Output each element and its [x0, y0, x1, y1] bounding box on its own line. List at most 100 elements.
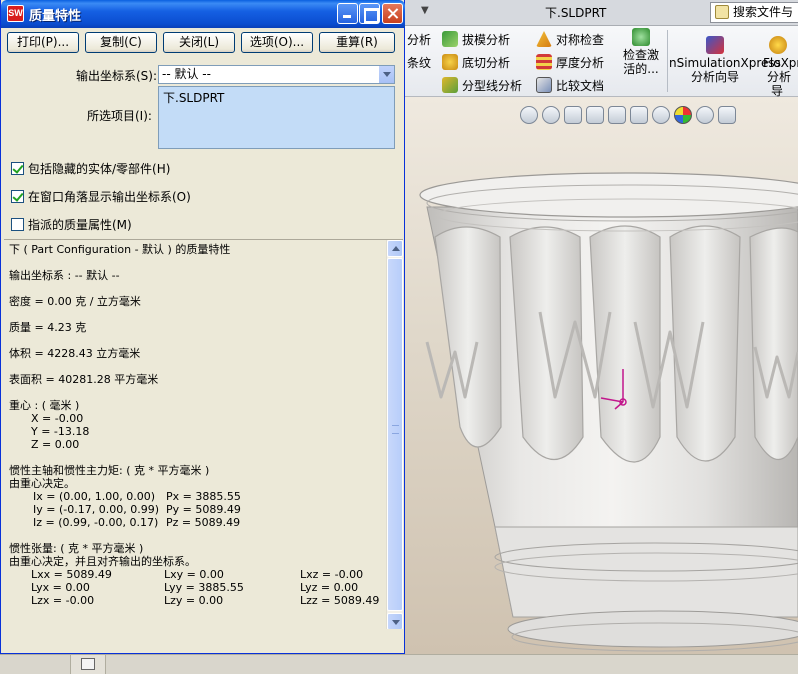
- output-coord-select[interactable]: -- 默认 --: [158, 65, 395, 84]
- simulationxpress-icon: [706, 36, 724, 54]
- previous-view-icon[interactable]: [564, 106, 582, 124]
- assigned-mass-checkbox[interactable]: 指派的质量属性(M): [11, 216, 132, 233]
- checkbox-unchecked-icon[interactable]: [11, 218, 24, 231]
- document-title: 下.SLDPRT: [545, 6, 607, 20]
- principal-axis-ix: Ix = (0.00, 1.00, 0.00): [33, 490, 156, 503]
- include-hidden-label: 包括隐藏的实体/零部件(H): [28, 162, 171, 176]
- search-placeholder: 搜索文件与: [733, 5, 794, 19]
- include-hidden-checkbox[interactable]: 包括隐藏的实体/零部件(H): [11, 160, 170, 177]
- compare-documents-button[interactable]: 比较文档: [536, 75, 604, 95]
- evaluate-ribbon: 分析 条纹 拔模分析 底切分析 分型线分析 对称检查 厚度分析 比较文档 检查激…: [405, 26, 798, 98]
- principal-moment-pz: Pz = 5089.49: [166, 516, 241, 529]
- solidworks-app-icon: SW: [7, 5, 24, 22]
- results-surface-area: 表面积 = 40281.28 平方毫米: [9, 373, 159, 386]
- symmetry-check-button[interactable]: 对称检查: [536, 29, 604, 49]
- chevron-down-icon[interactable]: [378, 66, 394, 83]
- undercut-analysis-icon: [442, 54, 458, 70]
- print-button[interactable]: 打印(P)...: [7, 32, 79, 53]
- section-view-icon[interactable]: [586, 106, 604, 124]
- maximize-button[interactable]: [359, 3, 380, 24]
- search-input[interactable]: 搜索文件与: [710, 2, 798, 23]
- mass-properties-results[interactable]: 下 ( Part Configuration - 默认 ) 的质量特性 输出坐标…: [4, 239, 403, 629]
- selected-item[interactable]: 下.SLDPRT: [163, 89, 390, 106]
- check-active-document-button[interactable]: 检查激 活的...: [619, 28, 663, 76]
- heads-up-view-toolbar: [520, 104, 736, 126]
- parting-line-analysis-button[interactable]: 分型线分析: [442, 75, 522, 95]
- selected-items-list[interactable]: 下.SLDPRT: [158, 86, 395, 149]
- output-coord-value: -- 默认 --: [162, 67, 211, 81]
- hide-show-items-icon[interactable]: [652, 106, 670, 124]
- display-style-icon[interactable]: [630, 106, 648, 124]
- tensor-lzx: Lzx = -0.00: [31, 594, 95, 607]
- scroll-down-icon[interactable]: [387, 613, 403, 629]
- floxpress-label-1: FloXpr: [763, 56, 798, 70]
- checkbox-checked-icon[interactable]: [11, 190, 24, 203]
- principal-moment-py: Py = 5089.49: [166, 503, 241, 516]
- results-header: 下 ( Part Configuration - 默认 ) 的质量特性: [9, 243, 231, 256]
- principal-axes-title: 惯性主轴和惯性主力矩: ( 克 * 平方毫米 ): [9, 464, 210, 477]
- dialog-title: 质量特性: [29, 9, 82, 24]
- options-button[interactable]: 选项(O)...: [241, 32, 313, 53]
- close-window-button[interactable]: [382, 3, 403, 24]
- center-x: X = -0.00: [31, 412, 84, 425]
- results-scrollbar[interactable]: [386, 240, 403, 629]
- ribbon-analysis-partial[interactable]: 分析: [407, 29, 431, 49]
- dropdown-arrow-icon[interactable]: ▼: [421, 5, 429, 16]
- cup-model[interactable]: [405, 97, 798, 654]
- thickness-analysis-button[interactable]: 厚度分析: [536, 52, 604, 72]
- draft-analysis-button[interactable]: 拔模分析: [442, 29, 510, 49]
- scrollbar-thumb[interactable]: [387, 258, 403, 611]
- symmetry-check-icon: [536, 31, 552, 47]
- graphics-viewport[interactable]: [405, 97, 798, 654]
- simulationxpress-label-1: nSimulationXpress: [669, 56, 781, 70]
- draft-analysis-label: 拔模分析: [462, 32, 511, 47]
- results-mass: 质量 = 4.23 克: [9, 321, 87, 334]
- center-y: Y = -13.18: [31, 425, 90, 438]
- floxpress-icon: [769, 36, 787, 54]
- tensor-lzy: Lzy = 0.00: [164, 594, 224, 607]
- floxpress-button[interactable]: FloXpr 分析 导: [763, 36, 798, 98]
- principal-axis-iy: Iy = (-0.17, 0.00, 0.99): [33, 503, 159, 516]
- edit-appearance-icon[interactable]: [674, 106, 692, 124]
- tensor-lyy: Lyy = 3885.55: [164, 581, 244, 594]
- recalculate-button[interactable]: 重算(R): [319, 32, 395, 53]
- minimize-button[interactable]: [337, 3, 358, 24]
- app-title-bar: ▼ 下.SLDPRT 搜索文件与: [405, 0, 798, 26]
- principal-axis-iz: Iz = (0.99, -0.00, 0.17): [33, 516, 159, 529]
- center-of-mass-title: 重心 : ( 毫米 ): [9, 399, 80, 412]
- thickness-analysis-label: 厚度分析: [556, 55, 605, 70]
- compare-documents-label: 比较文档: [556, 78, 605, 93]
- apply-scene-icon[interactable]: [696, 106, 714, 124]
- tensor-lxz: Lxz = -0.00: [300, 568, 364, 581]
- view-orientation-icon[interactable]: [608, 106, 626, 124]
- parting-line-icon: [442, 77, 458, 93]
- check-active-label-1: 检查激: [622, 48, 659, 62]
- output-coord-label: 输出坐标系(S):: [76, 69, 158, 83]
- mass-properties-dialog: SW 质量特性 打印(P)... 复制(C) 关闭(L) 选项(O)... 重算…: [0, 0, 405, 654]
- ribbon-zebra-partial[interactable]: 条纹: [407, 52, 431, 72]
- parting-line-label: 分型线分析: [462, 78, 523, 93]
- show-coord-checkbox[interactable]: 在窗口角落显示输出坐标系(O): [11, 188, 191, 205]
- dialog-title-bar[interactable]: SW 质量特性: [1, 0, 405, 28]
- simulationxpress-button[interactable]: nSimulationXpress 分析向导: [669, 36, 781, 84]
- assigned-mass-label: 指派的质量属性(M): [28, 218, 132, 232]
- tensor-lyx: Lyx = 0.00: [31, 581, 90, 594]
- bottom-status-strip: [0, 654, 798, 674]
- floxpress-label-3: 导: [771, 84, 784, 98]
- scroll-up-icon[interactable]: [387, 240, 403, 257]
- copy-button[interactable]: 复制(C): [85, 32, 157, 53]
- zoom-to-fit-icon[interactable]: [520, 106, 538, 124]
- inertia-tensor-sub: 由重心决定，并且对齐输出的坐标系。: [9, 555, 196, 568]
- principal-moment-px: Px = 3885.55: [166, 490, 241, 503]
- close-button[interactable]: 关闭(L): [163, 32, 235, 53]
- inertia-tensor-title: 惯性张量: ( 克 * 平方毫米 ): [9, 542, 144, 555]
- view-cube-tab[interactable]: [70, 655, 106, 674]
- checkbox-checked-icon[interactable]: [11, 162, 24, 175]
- floxpress-label-2: 分析: [767, 70, 792, 84]
- results-volume: 体积 = 4228.43 立方毫米: [9, 347, 141, 360]
- selected-items-label: 所选项目(I):: [87, 109, 152, 123]
- view-settings-icon[interactable]: [718, 106, 736, 124]
- center-z: Z = 0.00: [31, 438, 80, 451]
- undercut-analysis-button[interactable]: 底切分析: [442, 52, 510, 72]
- zoom-to-area-icon[interactable]: [542, 106, 560, 124]
